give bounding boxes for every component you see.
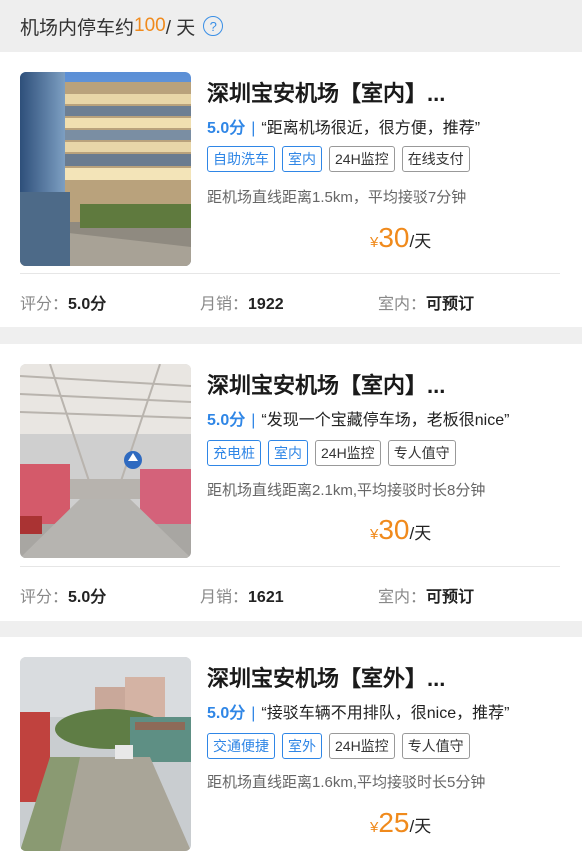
tag: 专人值守 xyxy=(401,733,470,759)
booking-value: 可预订 xyxy=(426,589,475,606)
lot-title[interactable]: 深圳宝安机场【室内】... xyxy=(207,76,445,108)
rating-stat: 评分：5.0分 xyxy=(20,290,106,314)
header-suffix: / 天 xyxy=(165,17,196,39)
booking-value: 可预订 xyxy=(426,296,475,313)
tag: 充电桩 xyxy=(207,440,261,466)
lot-score: 5.0分 xyxy=(207,120,246,137)
sales-value: 1922 xyxy=(248,296,284,313)
rating-label: 评分： xyxy=(20,589,69,606)
lot-quote: “发现一个宝藏停车场，老板很nice” xyxy=(261,412,510,429)
rating-value: 5.0分 xyxy=(68,296,107,313)
tag: 在线支付 xyxy=(401,146,470,172)
tag: 24H监控 xyxy=(329,146,395,172)
tag: 室外 xyxy=(282,733,322,759)
tag: 24H监控 xyxy=(315,440,381,466)
lot-quote: “距离机场很近，很方便，推荐” xyxy=(261,120,481,137)
type-label: 室内： xyxy=(378,296,427,313)
sales-label: 月销： xyxy=(200,589,249,606)
price-value: 30 xyxy=(378,222,410,253)
rating-line: 5.0分 | “接驳车辆不用排队，很nice，推荐” xyxy=(207,699,509,723)
price: ¥30/天 xyxy=(370,222,431,254)
separator: | xyxy=(251,705,256,722)
parking-card[interactable]: 深圳宝安机场【室内】... 5.0分 | “发现一个宝藏停车场，老板很nice” 充… xyxy=(0,344,582,621)
rating-stat: 评分：5.0分 xyxy=(20,583,106,607)
price-unit: /天 xyxy=(409,232,432,251)
price: ¥30/天 xyxy=(370,514,431,546)
tag: 自助洗车 xyxy=(207,146,275,172)
lot-photo-terminal xyxy=(20,72,191,266)
rating-line: 5.0分 | “距离机场很近，很方便，推荐” xyxy=(207,114,480,138)
lot-photo-garage xyxy=(20,364,191,558)
separator: | xyxy=(251,120,256,137)
type-label: 室内： xyxy=(378,589,427,606)
tag: 室内 xyxy=(268,440,308,466)
divider xyxy=(20,273,560,274)
lot-score: 5.0分 xyxy=(207,412,246,429)
lot-title[interactable]: 深圳宝安机场【室内】... xyxy=(207,368,445,400)
price-value: 25 xyxy=(378,807,410,838)
price-unit: /天 xyxy=(409,817,432,836)
tag: 专人值守 xyxy=(387,440,456,466)
header-prefix: 机场内停车约 xyxy=(20,17,135,39)
price-unit: /天 xyxy=(409,524,432,543)
booking-stat: 室内：可预订 xyxy=(378,290,474,314)
tag: 交通便捷 xyxy=(207,733,275,759)
separator: | xyxy=(251,412,256,429)
lot-quote: “接驳车辆不用排队，很nice，推荐” xyxy=(261,705,510,722)
sales-label: 月销： xyxy=(200,296,249,313)
lot-title[interactable]: 深圳宝安机场【室外】... xyxy=(207,661,445,693)
page-header: 机场内停车约 100 / 天 ? xyxy=(0,0,582,52)
tag-list: 交通便捷 室外 24H监控 专人值守 xyxy=(207,733,470,759)
distance-info: 距机场直线距离1.5km，平均接驳7分钟 xyxy=(207,189,467,206)
booking-stat: 室内：可预订 xyxy=(378,583,474,607)
rating-line: 5.0分 | “发现一个宝藏停车场，老板很nice” xyxy=(207,406,509,430)
price: ¥25/天 xyxy=(370,807,431,839)
price-value: 30 xyxy=(378,514,410,545)
tag-list: 自助洗车 室内 24H监控 在线支付 xyxy=(207,146,470,172)
tag-list: 充电桩 室内 24H监控 专人值守 xyxy=(207,440,456,466)
help-icon[interactable]: ? xyxy=(203,16,224,36)
header-count: 100 xyxy=(134,15,166,36)
tag: 室内 xyxy=(282,146,322,172)
parking-card[interactable]: 深圳宝安机场【室内】... 5.0分 | “距离机场很近，很方便，推荐” 自助洗车 … xyxy=(0,52,582,327)
distance-info: 距机场直线距离2.1km,平均接驳时长8分钟 xyxy=(207,482,486,499)
distance-info: 距机场直线距离1.6km,平均接驳时长5分钟 xyxy=(207,774,486,791)
rating-value: 5.0分 xyxy=(68,589,107,606)
rating-label: 评分： xyxy=(20,296,69,313)
parking-card[interactable]: 深圳宝安机场【室外】... 5.0分 | “接驳车辆不用排队，很nice，推荐” 交… xyxy=(0,637,582,856)
sales-stat: 月销：1922 xyxy=(200,290,284,314)
sales-value: 1621 xyxy=(248,589,284,606)
divider xyxy=(20,566,560,567)
lot-score: 5.0分 xyxy=(207,705,246,722)
tag: 24H监控 xyxy=(329,733,395,759)
sales-stat: 月销：1621 xyxy=(200,583,284,607)
lot-photo-outdoor xyxy=(20,657,191,851)
